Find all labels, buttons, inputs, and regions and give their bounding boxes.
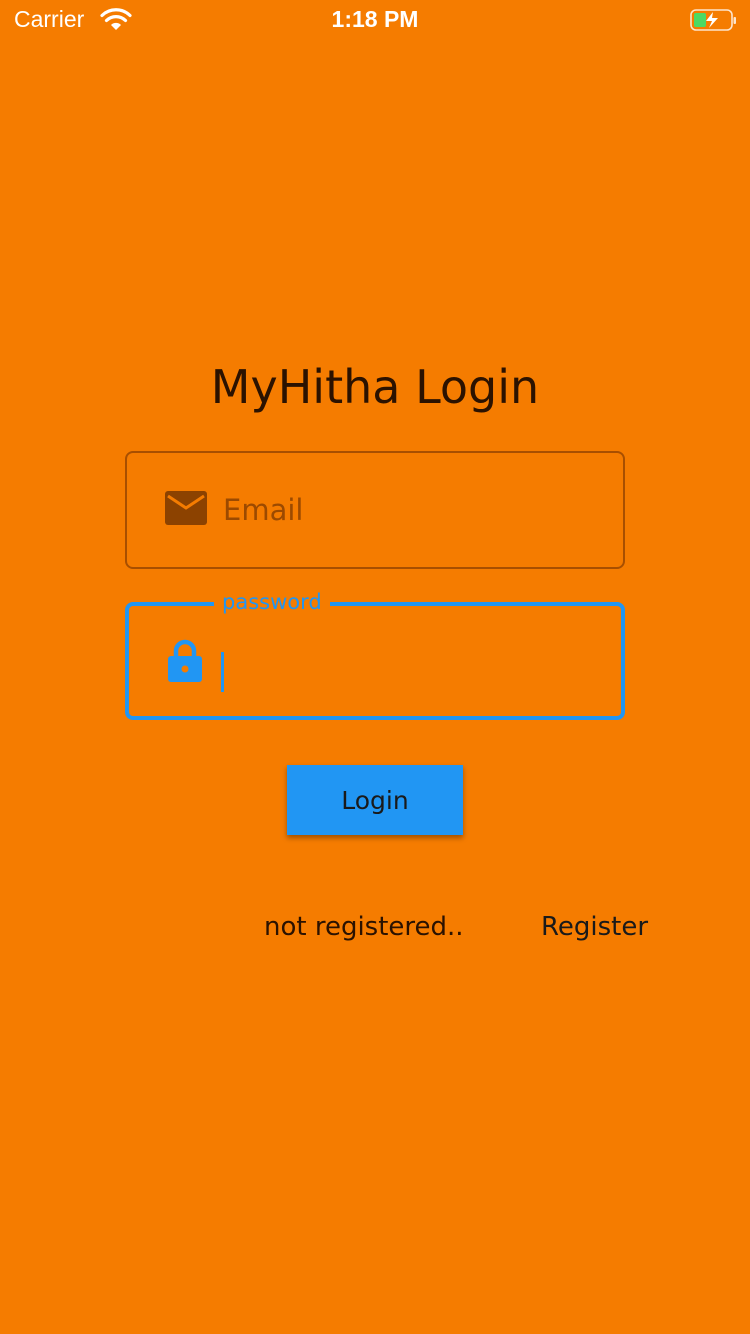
register-link[interactable]: Register bbox=[541, 912, 648, 942]
email-placeholder: Email bbox=[223, 493, 304, 527]
login-button[interactable]: Login bbox=[287, 765, 463, 835]
not-registered-text: not registered.. bbox=[264, 912, 464, 942]
page-title: MyHitha Login bbox=[210, 360, 540, 414]
password-label: password bbox=[214, 590, 330, 614]
lock-icon bbox=[167, 638, 203, 688]
text-cursor bbox=[221, 652, 224, 692]
clock: 1:18 PM bbox=[331, 6, 419, 32]
password-field[interactable]: password bbox=[125, 590, 625, 720]
status-bar: Carrier 1:18 PM bbox=[0, 0, 750, 40]
mail-icon bbox=[165, 491, 207, 529]
battery-charging-icon bbox=[690, 8, 738, 36]
email-field[interactable]: Email bbox=[125, 451, 625, 569]
